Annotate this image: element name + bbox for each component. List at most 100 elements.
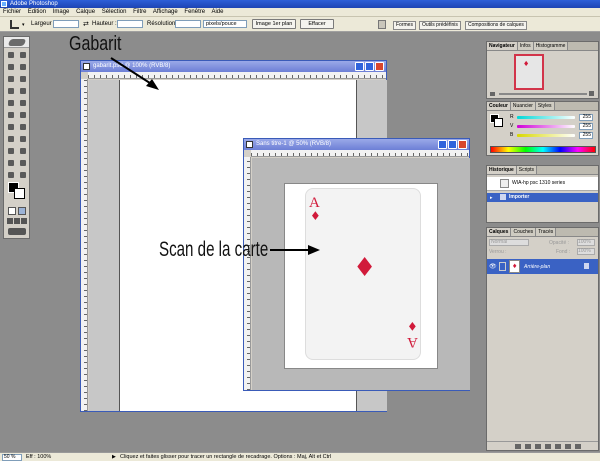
menu-fenetre[interactable]: Fenêtre bbox=[184, 9, 205, 15]
move-tool-icon[interactable] bbox=[18, 50, 28, 60]
slice-tool-icon[interactable] bbox=[18, 74, 28, 84]
crop-tool-icon[interactable] bbox=[6, 74, 16, 84]
eyedropper-tool-icon[interactable] bbox=[18, 158, 28, 168]
crop-tool-icon[interactable] bbox=[10, 20, 19, 29]
channel-b-value[interactable]: 255 bbox=[579, 132, 593, 139]
delete-layer-icon[interactable] bbox=[575, 444, 581, 449]
magic-wand-tool-icon[interactable] bbox=[18, 62, 28, 72]
lasso-tool-icon[interactable] bbox=[6, 62, 16, 72]
screen-mode-2-icon[interactable] bbox=[14, 218, 20, 224]
tab-traces[interactable]: Tracés bbox=[536, 228, 557, 236]
tab-scripts[interactable]: Scripts bbox=[516, 166, 538, 174]
layer-row[interactable]: 👁 ♦ Arrière-plan bbox=[487, 259, 598, 274]
zoom-in-icon[interactable] bbox=[589, 91, 594, 96]
history-brush-tool-icon[interactable] bbox=[18, 98, 28, 108]
layer-mask-icon[interactable] bbox=[535, 444, 541, 449]
tab-couches[interactable]: Couches bbox=[511, 228, 537, 236]
marquee-tool-icon[interactable] bbox=[6, 50, 16, 60]
channel-b-slider[interactable] bbox=[517, 134, 575, 137]
front-image-button[interactable]: Image 1er plan bbox=[252, 19, 296, 29]
tab-calques[interactable]: Calques bbox=[487, 228, 512, 236]
screen-mode-3-icon[interactable] bbox=[21, 218, 27, 224]
opacity-input[interactable]: 100% bbox=[577, 239, 595, 246]
zoom-level-field[interactable]: 50 % bbox=[2, 454, 22, 461]
adjustment-layer-icon[interactable] bbox=[545, 444, 551, 449]
menu-selection[interactable]: Sélection bbox=[102, 9, 127, 15]
eraser-tool-icon[interactable] bbox=[6, 110, 16, 120]
blur-tool-icon[interactable] bbox=[6, 122, 16, 132]
new-group-icon[interactable] bbox=[555, 444, 561, 449]
height-input[interactable] bbox=[117, 20, 143, 28]
channel-v-value[interactable]: 255 bbox=[579, 123, 593, 130]
tab-infos[interactable]: Infos bbox=[517, 42, 534, 50]
print-icon[interactable] bbox=[378, 20, 386, 29]
type-tool-icon[interactable] bbox=[18, 134, 28, 144]
menu-aide[interactable]: Aide bbox=[211, 9, 223, 15]
imageready-jump-icon[interactable] bbox=[8, 228, 26, 235]
blend-mode-select[interactable]: Normal bbox=[489, 239, 529, 246]
tab-navigateur[interactable]: Navigateur bbox=[487, 42, 518, 50]
width-input[interactable] bbox=[53, 20, 79, 28]
layer-visibility-eye-icon[interactable]: 👁 bbox=[489, 263, 497, 270]
maximize-button[interactable] bbox=[448, 140, 457, 149]
quick-mask-icon[interactable] bbox=[18, 207, 26, 215]
stamp-tool-icon[interactable] bbox=[6, 98, 16, 108]
tab-styles[interactable]: Styles bbox=[535, 102, 555, 110]
tab-nuancier[interactable]: Nuancier bbox=[510, 102, 536, 110]
channel-r-value[interactable]: 255 bbox=[579, 114, 593, 121]
maximize-button[interactable] bbox=[365, 62, 374, 71]
brush-tool-icon[interactable] bbox=[18, 86, 28, 96]
shape-tool-icon[interactable] bbox=[18, 146, 28, 156]
healing-tool-icon[interactable] bbox=[6, 86, 16, 96]
well-tab-outils-predefinis[interactable]: Outils prédéfinis bbox=[419, 21, 461, 30]
history-item-row[interactable]: ▸ Importer bbox=[487, 193, 598, 202]
zoom-out-icon[interactable] bbox=[490, 92, 495, 96]
color-background-swatch[interactable] bbox=[494, 118, 503, 127]
minimize-button[interactable] bbox=[438, 140, 447, 149]
navigator-view-box[interactable]: ♦ bbox=[514, 54, 544, 90]
well-tab-formes[interactable]: Formes bbox=[393, 21, 416, 30]
close-button[interactable] bbox=[375, 62, 384, 71]
menu-affichage[interactable]: Affichage bbox=[153, 9, 178, 15]
gradient-tool-icon[interactable] bbox=[18, 110, 28, 120]
menu-image[interactable]: Image bbox=[53, 9, 70, 15]
close-button[interactable] bbox=[458, 140, 467, 149]
resolution-input[interactable] bbox=[175, 20, 201, 28]
menu-edition[interactable]: Edition bbox=[28, 9, 46, 15]
color-spectrum-ramp[interactable] bbox=[490, 146, 596, 153]
well-tab-compositions[interactable]: Compositions de calques bbox=[465, 21, 527, 30]
screen-mode-1-icon[interactable] bbox=[7, 218, 13, 224]
navigator-zoom-slider[interactable] bbox=[499, 93, 587, 95]
resolution-unit-select[interactable]: pixels/pouce bbox=[203, 20, 247, 28]
tab-historique[interactable]: Historique bbox=[487, 166, 517, 174]
status-arrow-icon[interactable]: ▶ bbox=[112, 453, 116, 461]
standard-mode-icon[interactable] bbox=[8, 207, 16, 215]
menu-calque[interactable]: Calque bbox=[76, 9, 95, 15]
minimize-button[interactable] bbox=[355, 62, 364, 71]
tab-couleur[interactable]: Couleur bbox=[487, 102, 511, 110]
link-layers-icon[interactable] bbox=[515, 444, 521, 449]
tool-preset-arrow-icon[interactable]: ▾ bbox=[22, 22, 25, 28]
zoom-tool-icon[interactable] bbox=[18, 170, 28, 180]
layer-style-icon[interactable] bbox=[525, 444, 531, 449]
menu-fichier[interactable]: Fichier bbox=[3, 9, 21, 15]
tab-histogramme[interactable]: Histogramme bbox=[533, 42, 569, 50]
document-scan-titlebar[interactable]: Sans titre-1 @ 50% (RVB/8) bbox=[244, 139, 469, 150]
dodge-tool-icon[interactable] bbox=[18, 122, 28, 132]
channel-v-slider[interactable] bbox=[517, 125, 575, 128]
clear-button[interactable]: Effacer bbox=[300, 19, 334, 29]
toolbox-header bbox=[4, 37, 29, 48]
scan-canvas[interactable]: A ♦ ♦ ♦ A bbox=[284, 183, 438, 369]
history-snapshot-row[interactable]: WIA-hp psc 1310 series bbox=[487, 177, 598, 191]
fill-input[interactable]: 100% bbox=[577, 248, 595, 255]
channel-r-slider[interactable] bbox=[517, 116, 575, 119]
notes-tool-icon[interactable] bbox=[6, 158, 16, 168]
swap-dimensions-icon[interactable]: ⇄ bbox=[83, 20, 89, 28]
menu-filtre[interactable]: Filtre bbox=[133, 9, 146, 15]
layer-link-icon[interactable] bbox=[499, 262, 506, 271]
background-color-swatch[interactable] bbox=[14, 188, 25, 199]
new-layer-icon[interactable] bbox=[565, 444, 571, 449]
hand-tool-icon[interactable] bbox=[6, 170, 16, 180]
pen-tool-icon[interactable] bbox=[6, 146, 16, 156]
path-select-tool-icon[interactable] bbox=[6, 134, 16, 144]
